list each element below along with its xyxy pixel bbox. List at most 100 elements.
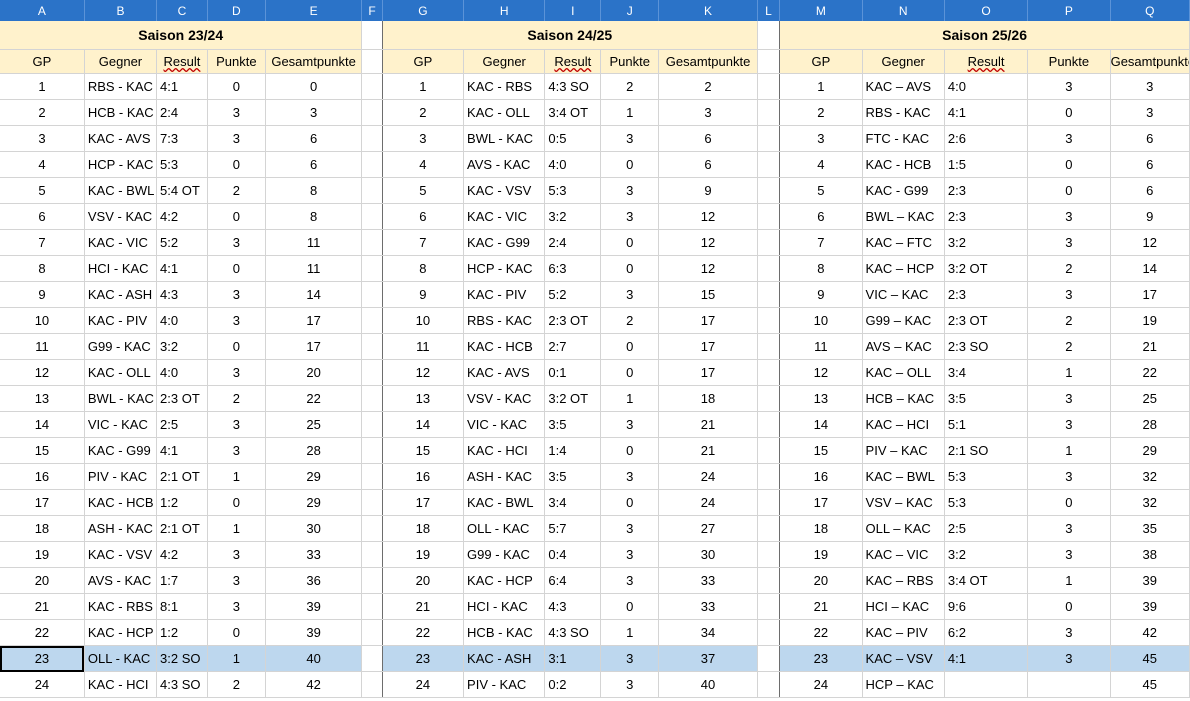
opponent-cell[interactable]: RBS - KAC [84,73,158,100]
total-points-cell[interactable]: 36 [265,567,363,594]
separator-cell[interactable] [361,49,383,74]
total-points-cell[interactable]: 21 [658,437,758,464]
separator-cell[interactable] [361,73,383,100]
gp-cell[interactable]: 13 [779,385,863,412]
gp-cell[interactable]: 20 [382,567,465,594]
points-cell[interactable]: 1 [1027,359,1111,386]
result-cell[interactable]: 0:4 [544,541,602,568]
total-points-cell[interactable]: 29 [265,489,363,516]
result-cell[interactable]: 1:7 [156,567,208,594]
separator-cell[interactable] [361,489,383,516]
points-cell[interactable] [1027,671,1111,698]
total-points-cell[interactable]: 8 [265,177,363,204]
result-cell[interactable]: 1:5 [944,151,1029,178]
gp-cell[interactable]: 21 [0,593,85,620]
column-header-o[interactable]: O [944,0,1029,21]
gp-cell[interactable]: 11 [382,333,465,360]
gp-cell[interactable]: 16 [779,463,863,490]
result-cell[interactable]: 3:2 SO [156,645,208,672]
season-title[interactable]: Saison 23/24 [0,21,363,50]
opponent-cell[interactable]: HCB - KAC [84,99,158,126]
column-label-gegner[interactable]: Gegner [862,49,945,74]
result-cell[interactable]: 4:1 [156,73,208,100]
gp-cell[interactable]: 22 [779,619,863,646]
total-points-cell[interactable]: 17 [1110,281,1190,308]
separator-cell[interactable] [756,619,781,646]
opponent-cell[interactable]: VIC - KAC [463,411,546,438]
gp-cell[interactable]: 7 [779,229,863,256]
gp-cell[interactable]: 17 [382,489,465,516]
gp-cell[interactable]: 9 [382,281,465,308]
points-cell[interactable]: 3 [600,645,660,672]
total-points-cell[interactable]: 45 [1110,645,1190,672]
column-label-punkte[interactable]: Punkte [207,49,266,74]
column-header-l[interactable]: L [757,0,781,21]
opponent-cell[interactable]: KAC – HCP [862,255,945,282]
column-label-result[interactable]: Result [944,49,1029,74]
gp-cell[interactable]: 24 [382,671,465,698]
gp-cell[interactable]: 8 [779,255,863,282]
points-cell[interactable]: 0 [207,333,266,360]
points-cell[interactable]: 0 [207,151,266,178]
points-cell[interactable]: 1 [1027,567,1111,594]
points-cell[interactable]: 3 [600,177,660,204]
separator-cell[interactable] [756,515,781,542]
column-label-gegner[interactable]: Gegner [463,49,546,74]
points-cell[interactable]: 3 [1027,385,1111,412]
total-points-cell[interactable]: 17 [658,333,758,360]
opponent-cell[interactable]: KAC - VIC [84,229,158,256]
points-cell[interactable]: 1 [207,463,266,490]
points-cell[interactable]: 3 [207,229,266,256]
points-cell[interactable]: 3 [1027,515,1111,542]
column-header-j[interactable]: J [600,0,660,21]
total-points-cell[interactable]: 22 [1110,359,1190,386]
opponent-cell[interactable]: ASH - KAC [463,463,546,490]
column-header-a[interactable]: A [0,0,85,21]
separator-cell[interactable] [756,177,781,204]
points-cell[interactable]: 3 [207,593,266,620]
column-header-e[interactable]: E [265,0,363,21]
points-cell[interactable]: 3 [1027,645,1111,672]
column-header-f[interactable]: F [361,0,383,21]
total-points-cell[interactable]: 21 [1110,333,1190,360]
total-points-cell[interactable]: 17 [265,333,363,360]
gp-cell[interactable]: 6 [382,203,465,230]
result-cell[interactable]: 6:2 [944,619,1029,646]
separator-cell[interactable] [361,359,383,386]
points-cell[interactable]: 3 [600,671,660,698]
points-cell[interactable]: 0 [207,255,266,282]
gp-cell[interactable]: 3 [779,125,863,152]
gp-cell[interactable]: 13 [382,385,465,412]
result-cell[interactable]: 7:3 [156,125,208,152]
opponent-cell[interactable]: KAC - OLL [84,359,158,386]
result-cell[interactable]: 2:3 OT [944,307,1029,334]
points-cell[interactable]: 0 [600,437,660,464]
gp-cell[interactable]: 24 [0,671,85,698]
total-points-cell[interactable]: 42 [265,671,363,698]
result-cell[interactable]: 2:3 SO [944,333,1029,360]
result-cell[interactable]: 4:0 [156,359,208,386]
result-cell[interactable]: 4:3 [544,593,602,620]
total-points-cell[interactable]: 2 [658,73,758,100]
points-cell[interactable]: 3 [207,411,266,438]
gp-cell[interactable]: 23 [382,645,465,672]
total-points-cell[interactable]: 39 [265,593,363,620]
gp-cell[interactable]: 23 [0,645,85,672]
total-points-cell[interactable]: 3 [1110,99,1190,126]
result-cell[interactable]: 4:3 SO [156,671,208,698]
gp-cell[interactable]: 14 [0,411,85,438]
total-points-cell[interactable]: 9 [1110,203,1190,230]
points-cell[interactable]: 0 [1027,177,1111,204]
total-points-cell[interactable]: 45 [1110,671,1190,698]
gp-cell[interactable]: 19 [382,541,465,568]
gp-cell[interactable]: 16 [382,463,465,490]
gp-cell[interactable]: 12 [779,359,863,386]
opponent-cell[interactable]: AVS - KAC [84,567,158,594]
total-points-cell[interactable]: 24 [658,489,758,516]
column-header-d[interactable]: D [207,0,266,21]
opponent-cell[interactable]: OLL – KAC [862,515,945,542]
opponent-cell[interactable]: KAC – VIC [862,541,945,568]
result-cell[interactable]: 3:2 OT [544,385,602,412]
points-cell[interactable]: 3 [600,281,660,308]
result-cell[interactable]: 3:4 OT [544,99,602,126]
